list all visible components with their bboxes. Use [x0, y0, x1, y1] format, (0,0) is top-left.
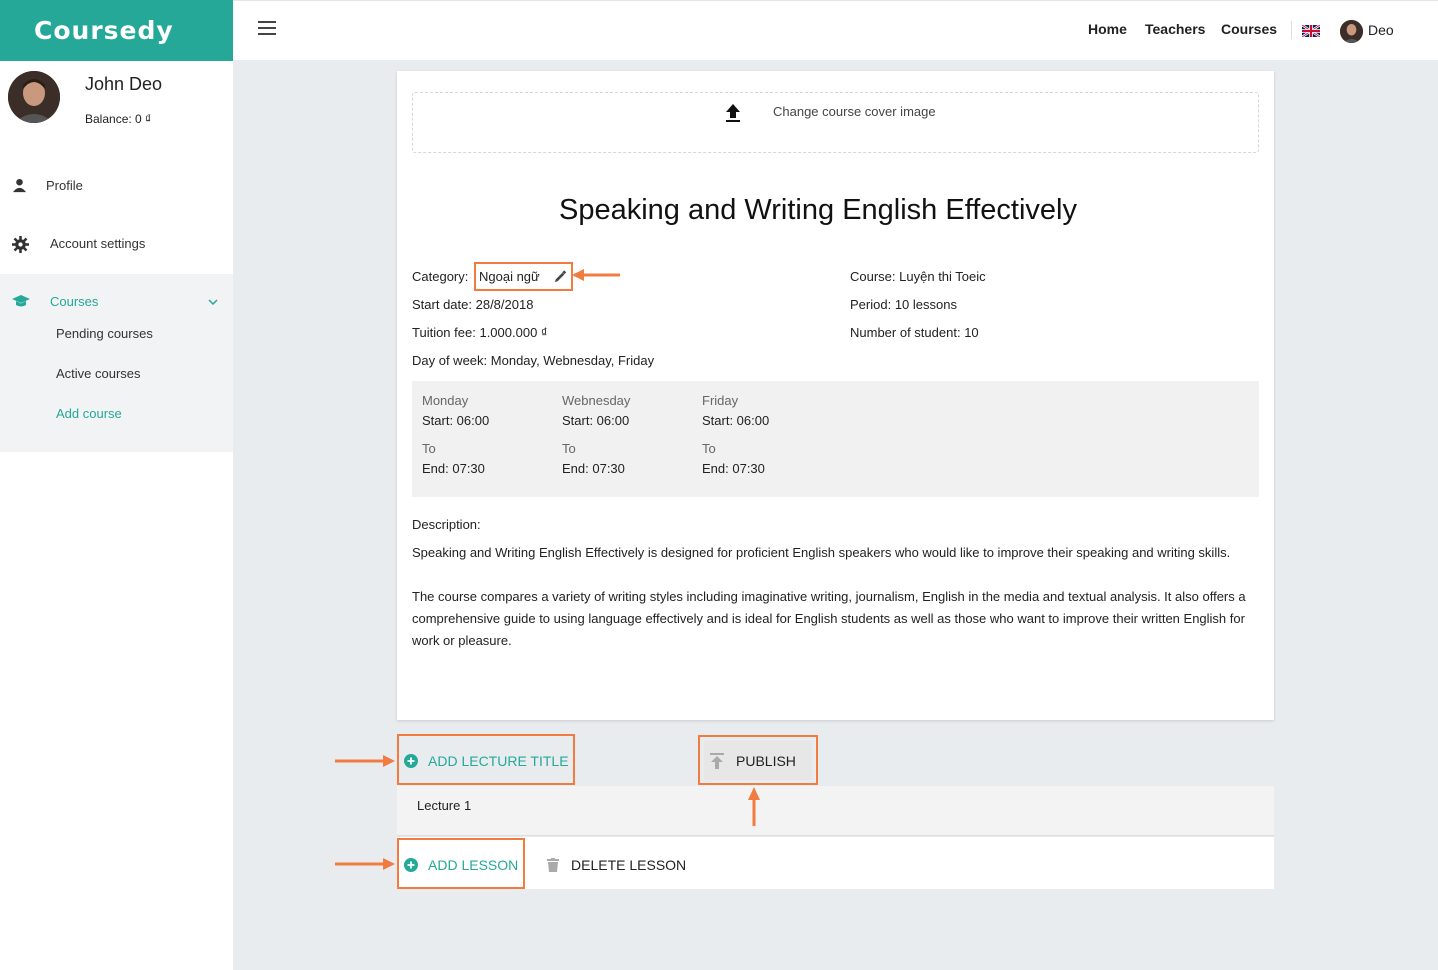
schedule-day-name: Webnesday: [562, 393, 631, 408]
tuition-label: Tuition fee:: [412, 325, 476, 340]
uk-flag-icon[interactable]: [1302, 25, 1320, 37]
graduation-cap-icon: [12, 295, 30, 307]
nav-teachers[interactable]: Teachers: [1145, 21, 1205, 37]
schedule-start: Start: 06:00: [702, 413, 770, 428]
tuition-fee: Tuition fee: 1.000.000 ₫: [412, 325, 548, 340]
gear-icon: [12, 236, 29, 253]
student-count-label: Number of student:: [850, 325, 961, 340]
sidebar-courses-group: Courses Pending courses Active courses A…: [0, 274, 233, 452]
sidebar-item-profile[interactable]: Profile: [0, 165, 233, 205]
course-title: Speaking and Writing English Effectively: [559, 194, 1077, 226]
sidebar-item-label: Account settings: [50, 236, 146, 251]
description-paragraph: Speaking and Writing English Effectively…: [412, 545, 1231, 560]
user-menu-name[interactable]: Deo: [1368, 22, 1394, 38]
schedule-day-name: Monday: [422, 393, 469, 408]
add-lesson-label: ADD LESSON: [428, 857, 519, 873]
brand-logo[interactable]: Coursedy: [0, 0, 233, 61]
publish-icon: [710, 753, 724, 769]
schedule-start: Start: 06:00: [562, 413, 630, 428]
top-bar: Home Teachers Courses Deo: [233, 0, 1438, 60]
cover-upload-label: Change course cover image: [773, 104, 936, 119]
schedule-day: Friday Start: 06:00 To End: 07:30: [702, 391, 769, 479]
nav-courses[interactable]: Courses: [1221, 21, 1277, 37]
lecture-row[interactable]: Lecture 1: [397, 786, 1274, 836]
period: Period: 10 lessons: [850, 297, 957, 312]
sidebar-item-label: Courses: [50, 294, 99, 309]
avatar: [8, 71, 60, 123]
cover-image-upload[interactable]: Change course cover image: [412, 92, 1259, 153]
user-balance: Balance: 0 ₫: [85, 112, 151, 126]
start-date-value: 28/8/2018: [475, 297, 534, 312]
schedule-day-name: Friday: [702, 393, 739, 408]
sidebar: Coursedy John Deo Balance: 0 ₫ Profile A…: [0, 0, 233, 970]
person-icon: [12, 178, 27, 193]
avatar[interactable]: [1340, 20, 1363, 43]
sidebar-subitem-active-courses[interactable]: Active courses: [56, 366, 141, 381]
schedule-day: Monday Start: 06:00 To End: 07:30: [422, 391, 489, 479]
pencil-icon[interactable]: [554, 270, 567, 283]
menu-icon[interactable]: [258, 21, 276, 35]
add-lesson-button[interactable]: ADD LESSON: [404, 857, 518, 873]
student-count-value: 10: [964, 325, 979, 340]
delete-lesson-label: DELETE LESSON: [571, 857, 687, 873]
schedule-to: To: [422, 441, 436, 456]
publish-button[interactable]: PUBLISH: [704, 741, 812, 780]
lesson-actions-row: [397, 837, 1274, 889]
delete-lesson-button[interactable]: DELETE LESSON: [547, 857, 686, 873]
schedule-start: Start: 06:00: [422, 413, 490, 428]
schedule-end: End: 07:30: [562, 461, 625, 476]
start-date-label: Start date:: [412, 297, 472, 312]
sidebar-subitem-pending-courses[interactable]: Pending courses: [56, 326, 153, 341]
start-date: Start date: 28/8/2018: [412, 297, 533, 312]
chevron-down-icon: [208, 299, 218, 305]
balance-label: Balance:: [85, 112, 132, 126]
description-text: Speaking and Writing English Effectively…: [412, 542, 1262, 674]
plus-circle-icon: [404, 754, 418, 768]
annotation-arrow-right-icon: [335, 858, 395, 870]
tuition-value: 1.000.000 ₫: [479, 325, 548, 340]
sidebar-subitem-add-course[interactable]: Add course: [56, 406, 122, 421]
publish-label: PUBLISH: [736, 753, 796, 769]
course-type: Course: Luyện thi Toeic: [850, 269, 986, 284]
annotation-arrow-right-icon: [335, 755, 395, 767]
description-paragraph: The course compares a variety of writing…: [412, 589, 1246, 648]
course-type-value: Luyện thi Toeic: [899, 269, 986, 284]
course-card: Change course cover image Speaking and W…: [397, 71, 1274, 720]
sidebar-item-label: Profile: [46, 178, 83, 193]
balance-value: 0 ₫: [135, 112, 152, 126]
day-of-week: Day of week: Monday, Webnesday, Friday: [412, 353, 654, 368]
user-name: John Deo: [85, 74, 163, 94]
schedule-end: End: 07:30: [702, 461, 765, 476]
lecture-title: Lecture 1: [417, 798, 472, 813]
course-type-label: Course:: [850, 269, 896, 284]
plus-circle-icon: [404, 858, 418, 872]
divider: [1291, 21, 1292, 39]
annotation-arrow-up-icon: [748, 787, 760, 826]
add-lecture-title-button[interactable]: ADD LECTURE TITLE: [404, 753, 569, 769]
upload-icon: [726, 104, 740, 122]
period-label: Period:: [850, 297, 892, 312]
student-count: Number of student: 10: [850, 325, 979, 340]
sidebar-item-courses[interactable]: Courses: [0, 281, 233, 321]
day-of-week-value: Monday, Webnesday, Friday: [490, 353, 655, 368]
annotation-arrow-left-icon: [572, 269, 620, 281]
add-lecture-title-label: ADD LECTURE TITLE: [428, 753, 569, 769]
trash-icon: [547, 858, 559, 872]
schedule-to: To: [702, 441, 716, 456]
category-label: Category:: [412, 269, 469, 284]
schedule-end: End: 07:30: [422, 461, 485, 476]
schedule-panel: Monday Start: 06:00 To End: 07:30 Webnes…: [412, 381, 1259, 497]
sidebar-item-account-settings[interactable]: Account settings: [0, 223, 233, 263]
user-panel: John Deo Balance: 0 ₫: [0, 61, 233, 141]
day-of-week-label: Day of week:: [412, 353, 488, 368]
schedule-day: Webnesday Start: 06:00 To End: 07:30: [562, 391, 630, 479]
period-value: 10 lessons: [894, 297, 957, 312]
description-label: Description:: [412, 517, 481, 532]
schedule-to: To: [562, 441, 576, 456]
nav-home[interactable]: Home: [1088, 21, 1127, 37]
brand-name: Coursedy: [34, 16, 174, 45]
